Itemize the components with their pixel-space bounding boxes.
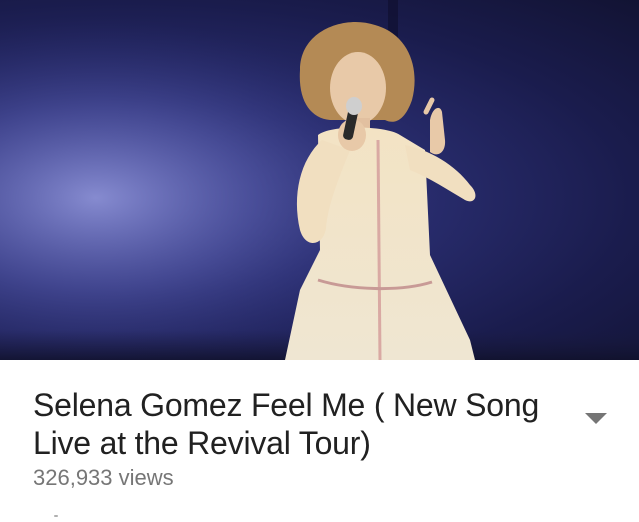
chevron-down-icon (585, 413, 607, 424)
video-info-panel: Selena Gomez Feel Me ( New Song Live at … (0, 360, 639, 522)
video-title: Selena Gomez Feel Me ( New Song Live at … (33, 387, 540, 461)
view-count: 326,933 views (33, 465, 174, 490)
divider-mark (54, 515, 58, 517)
video-frame (0, 0, 639, 360)
app-screen: Selena Gomez Feel Me ( New Song Live at … (0, 0, 639, 522)
expand-description-button[interactable] (576, 404, 616, 434)
video-player[interactable] (0, 0, 639, 360)
